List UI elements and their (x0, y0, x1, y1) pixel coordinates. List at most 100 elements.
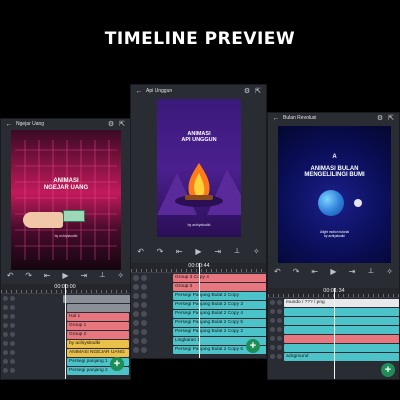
eye-icon[interactable] (3, 359, 8, 364)
layer-bar[interactable]: Group 3 Copy 4 (173, 274, 266, 282)
playhead[interactable] (199, 263, 200, 358)
layer-bar[interactable]: Persegi Panjang Bulat 2 Copy 3 (173, 301, 266, 309)
layer-bar[interactable] (284, 335, 399, 343)
thumbnail-icon (277, 336, 282, 341)
jump-end-icon[interactable]: ⇥ (79, 271, 89, 280)
export-icon[interactable]: ⇱ (118, 120, 126, 128)
eye-icon[interactable] (133, 275, 139, 281)
jump-start-icon[interactable]: ⇤ (174, 247, 184, 256)
split-icon[interactable]: ⟂ (97, 270, 107, 280)
redo-icon[interactable]: ↷ (24, 271, 34, 280)
add-layer-button[interactable]: + (381, 363, 395, 377)
eye-icon[interactable] (270, 354, 275, 359)
layer-bar[interactable]: Persegi Panjang Bulat 2 Copy 2 (173, 328, 266, 336)
settings-icon[interactable]: ⚙ (243, 87, 251, 95)
play-icon[interactable]: ▶ (60, 271, 70, 280)
layer-bar[interactable]: Group 2 (67, 331, 129, 339)
eye-icon[interactable] (133, 284, 139, 290)
layer-bar[interactable]: Group 3 (173, 283, 266, 291)
layer-bar[interactable] (284, 344, 399, 352)
playhead[interactable] (65, 284, 66, 379)
back-arrow-icon[interactable]: ← (5, 120, 13, 128)
eye-icon[interactable] (270, 309, 275, 314)
add-layer-button[interactable]: + (110, 357, 124, 371)
thumbnail-icon (10, 350, 15, 355)
project-title: Api Unggun (146, 88, 173, 94)
play-icon[interactable]: ▶ (193, 247, 203, 256)
layer-bar[interactable]: mundo / ??? / png (284, 299, 399, 307)
redo-icon[interactable]: ↷ (291, 267, 301, 276)
eye-icon[interactable] (133, 311, 139, 317)
undo-icon[interactable]: ↶ (272, 267, 282, 276)
canvas-preview[interactable]: A ANIMASI BULAN MENGELILINGI BUMI Alight… (278, 126, 391, 263)
eye-icon[interactable] (133, 329, 139, 335)
layer-bar[interactable]: by achiyskodki (67, 340, 129, 348)
split-icon[interactable]: ⟂ (366, 266, 376, 276)
art-credit: by achiyskodki (187, 223, 211, 227)
undo-icon[interactable]: ↶ (5, 271, 15, 280)
back-arrow-icon[interactable]: ← (272, 114, 280, 122)
thumbnail-icon (277, 318, 282, 323)
eye-icon[interactable] (270, 300, 275, 305)
phone-bulan-revolusi: ← Bulan Revolusi ⚙ ⇱ A ANIMASI BULAN MEN… (267, 112, 400, 380)
layer-bar[interactable] (67, 304, 130, 312)
layer-bar[interactable] (284, 326, 399, 334)
export-icon[interactable]: ⇱ (387, 114, 395, 122)
layer-bar[interactable]: Persegi Panjang Bulat 2 Copy 5 (173, 319, 266, 327)
layer-bar[interactable]: Group 1 (67, 322, 129, 330)
eye-icon[interactable] (3, 296, 8, 301)
magic-icon[interactable]: ✧ (116, 271, 126, 280)
layer-bar[interactable]: Persegi Panjang Bulat 2 Copy 4 (173, 310, 266, 318)
undo-icon[interactable]: ↶ (136, 247, 146, 256)
eye-icon[interactable] (133, 302, 139, 308)
jump-start-icon[interactable]: ⇤ (310, 267, 320, 276)
app-bar: ← Api Unggun ⚙ ⇱ (131, 85, 266, 97)
eye-icon[interactable] (133, 338, 139, 344)
eye-icon[interactable] (3, 323, 8, 328)
playhead[interactable] (334, 288, 335, 379)
canvas-preview[interactable]: ANIMASI API UNGGUN by achiyskodki (157, 99, 241, 237)
jump-end-icon[interactable]: ⇥ (213, 247, 223, 256)
eye-icon[interactable] (270, 327, 275, 332)
eye-icon[interactable] (3, 350, 8, 355)
layer-bar[interactable]: Hal 1 (67, 313, 129, 321)
playback-toolbar: ↶ ↷ ⇤ ▶ ⇥ ⟂ ✧ (1, 269, 130, 281)
jump-end-icon[interactable]: ⇥ (347, 267, 357, 276)
eye-icon[interactable] (3, 341, 8, 346)
layer-bar[interactable] (63, 295, 130, 303)
play-icon[interactable]: ▶ (328, 267, 338, 276)
layer-bar[interactable] (284, 317, 399, 325)
eye-icon[interactable] (270, 336, 275, 341)
split-icon[interactable]: ⟂ (232, 246, 242, 256)
jump-start-icon[interactable]: ⇤ (42, 271, 52, 280)
settings-icon[interactable]: ⚙ (107, 120, 115, 128)
eye-icon[interactable] (270, 318, 275, 323)
eye-icon[interactable] (3, 314, 8, 319)
art-title: ANIMASI NGEJAR UANG (43, 178, 89, 191)
eye-icon[interactable] (133, 320, 139, 326)
add-layer-button[interactable]: + (246, 339, 260, 353)
export-icon[interactable]: ⇱ (254, 87, 262, 95)
magic-icon[interactable]: ✧ (385, 267, 395, 276)
earth-illustration (318, 190, 344, 216)
redo-icon[interactable]: ↷ (155, 247, 165, 256)
layer-bar[interactable] (284, 308, 399, 316)
eye-icon[interactable] (3, 332, 8, 337)
layer-bar[interactable]: ackground (284, 353, 399, 361)
back-arrow-icon[interactable]: ← (135, 87, 143, 95)
thumbnail-icon (141, 275, 147, 281)
eye-icon[interactable] (3, 368, 8, 373)
canvas-preview[interactable]: ANIMASI NGEJAR UANG by ochiyskodki (11, 130, 121, 270)
thumbnail-icon (10, 332, 15, 337)
layer-bar[interactable]: ANIMASI NGEJAR UANG (67, 349, 129, 357)
thumbnail-icon (141, 329, 147, 335)
magic-icon[interactable]: ✧ (251, 247, 261, 256)
layer-bar[interactable]: Persegi Panjang Bulat 2 Copy (173, 292, 266, 300)
settings-icon[interactable]: ⚙ (376, 114, 384, 122)
eye-icon[interactable] (3, 305, 8, 310)
eye-icon[interactable] (133, 347, 139, 353)
eye-icon[interactable] (270, 345, 275, 350)
eye-icon[interactable] (133, 293, 139, 299)
money-illustration (63, 210, 85, 222)
thumbnail-icon (141, 311, 147, 317)
